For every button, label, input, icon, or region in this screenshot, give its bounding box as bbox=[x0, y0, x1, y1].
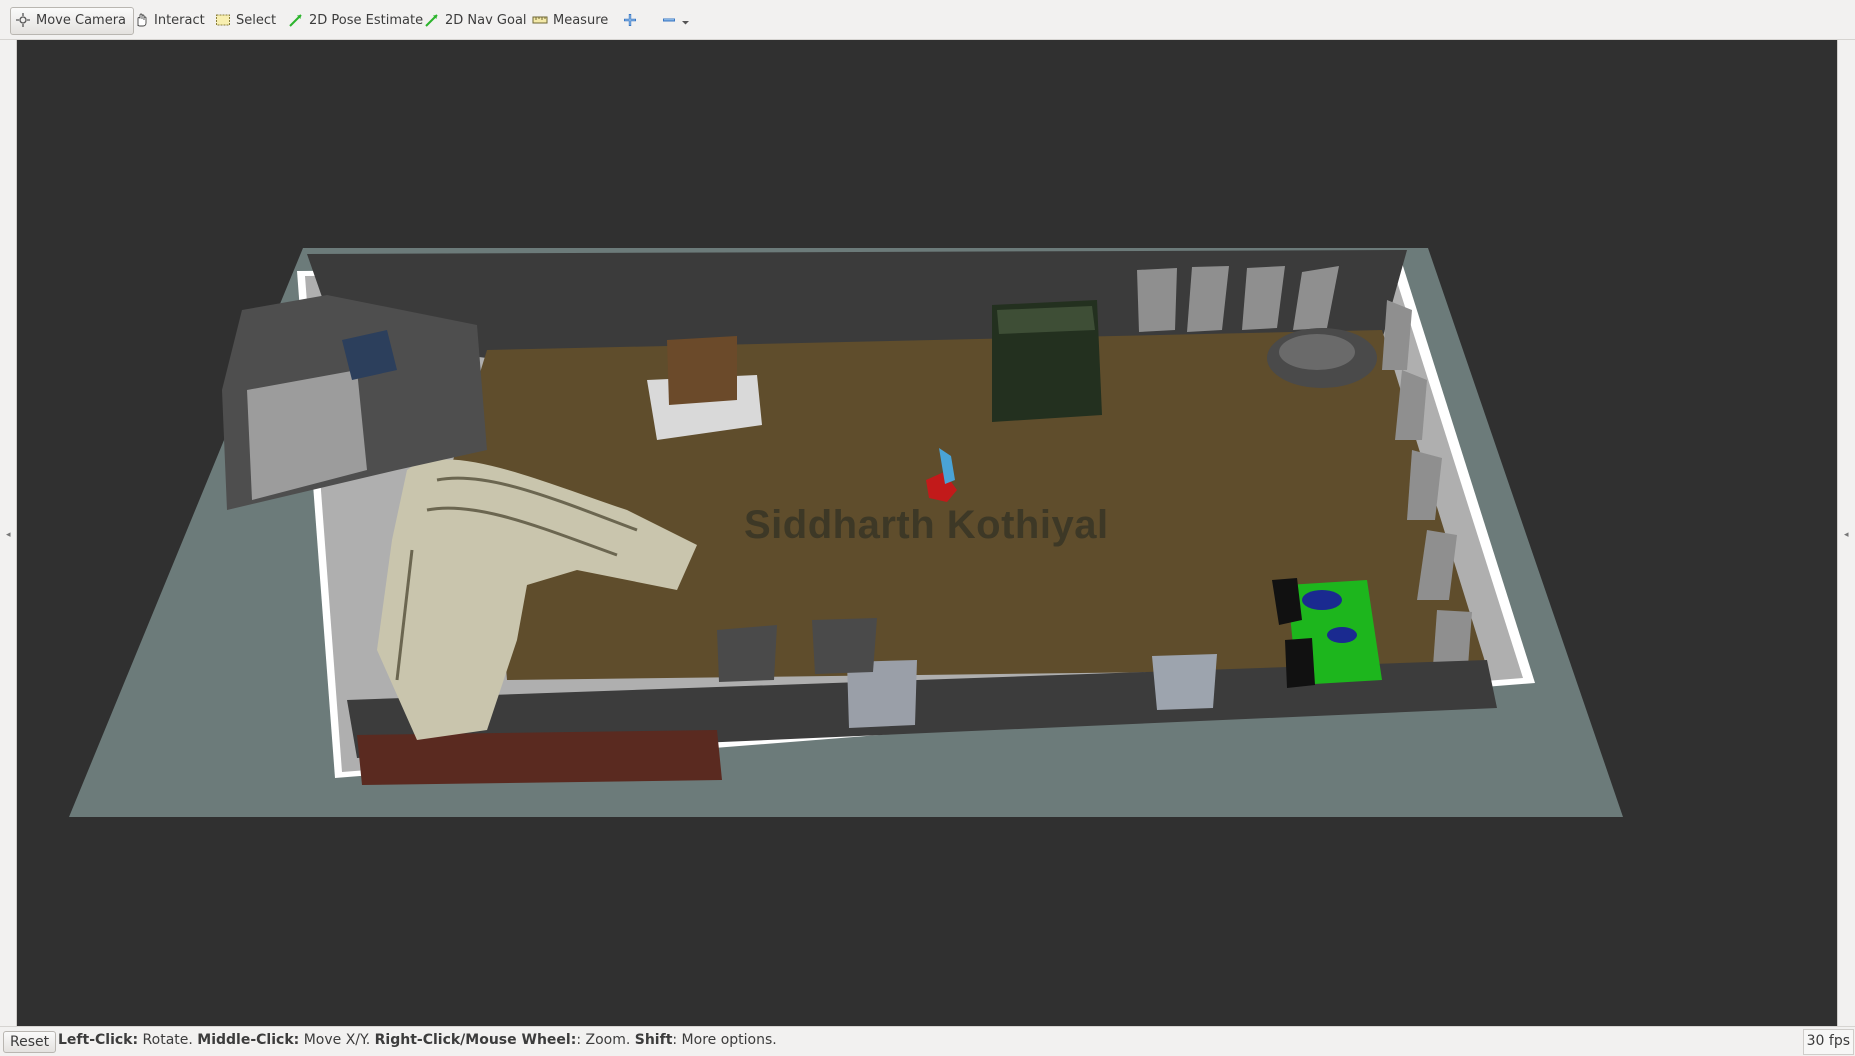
reset-button[interactable]: Reset bbox=[3, 1031, 57, 1053]
left-panel-collapsed[interactable]: ◂ bbox=[0, 40, 17, 1026]
move-camera-tool[interactable]: Move Camera bbox=[10, 7, 135, 35]
render-viewport[interactable]: Siddharth Kothiyal bbox=[17, 40, 1837, 1026]
hint-key: Shift bbox=[634, 1032, 673, 1048]
select-label: Select bbox=[236, 13, 277, 28]
tool-toolbar: Move Camera Interact Select 2D Pose Esti… bbox=[0, 0, 1855, 40]
hand-icon bbox=[137, 13, 147, 26]
measure-label: Measure bbox=[553, 13, 609, 28]
add-tool-button[interactable] bbox=[615, 7, 645, 35]
interact-tool[interactable]: Interact bbox=[128, 7, 213, 35]
mouse-hint-text: Left-Click: Rotate. Middle-Click: Move X… bbox=[58, 1032, 777, 1048]
fps-counter: 30 fps bbox=[1802, 1029, 1854, 1055]
remove-tool-button[interactable] bbox=[656, 7, 695, 35]
pose-estimate-label: 2D Pose Estimate bbox=[309, 13, 424, 28]
hint-key: Middle-Click: bbox=[197, 1032, 300, 1048]
hint-text: Move X/Y. bbox=[299, 1032, 375, 1048]
select-tool[interactable]: Select bbox=[210, 7, 284, 35]
measure-tool[interactable]: Measure bbox=[527, 7, 616, 35]
plus-cross-icon bbox=[624, 13, 636, 26]
right-panel-collapsed[interactable]: ◂ bbox=[1837, 40, 1855, 1026]
status-bar: Reset Left-Click: Rotate. Middle-Click: … bbox=[0, 1026, 1855, 1056]
nav-goal-tool[interactable]: 2D Nav Goal bbox=[419, 7, 535, 35]
expand-left-icon[interactable]: ◂ bbox=[6, 530, 11, 540]
hint-text: : Zoom. bbox=[576, 1032, 635, 1048]
ruler-icon bbox=[532, 16, 548, 23]
expand-right-icon[interactable]: ◂ bbox=[1844, 530, 1849, 540]
interact-label: Interact bbox=[154, 13, 205, 28]
hint-key: Right-Click/Mouse Wheel: bbox=[374, 1032, 577, 1048]
green-arrow-icon bbox=[425, 13, 438, 27]
brick-wall bbox=[357, 730, 722, 785]
hint-text: Rotate. bbox=[138, 1032, 198, 1048]
minus-icon bbox=[663, 18, 675, 21]
nav-goal-label: 2D Nav Goal bbox=[445, 13, 527, 28]
hint-text: : More options. bbox=[672, 1032, 777, 1048]
hint-key: Left-Click: bbox=[58, 1032, 139, 1048]
pose-estimate-tool[interactable]: 2D Pose Estimate bbox=[283, 7, 431, 35]
move-camera-label: Move Camera bbox=[36, 13, 127, 28]
overlay-watermark-text: Siddharth Kothiyal bbox=[744, 503, 1109, 547]
select-rect-icon bbox=[216, 14, 230, 25]
green-arrow-icon bbox=[289, 13, 302, 27]
chevron-down-icon[interactable] bbox=[681, 12, 690, 28]
move-camera-icon bbox=[16, 12, 30, 27]
